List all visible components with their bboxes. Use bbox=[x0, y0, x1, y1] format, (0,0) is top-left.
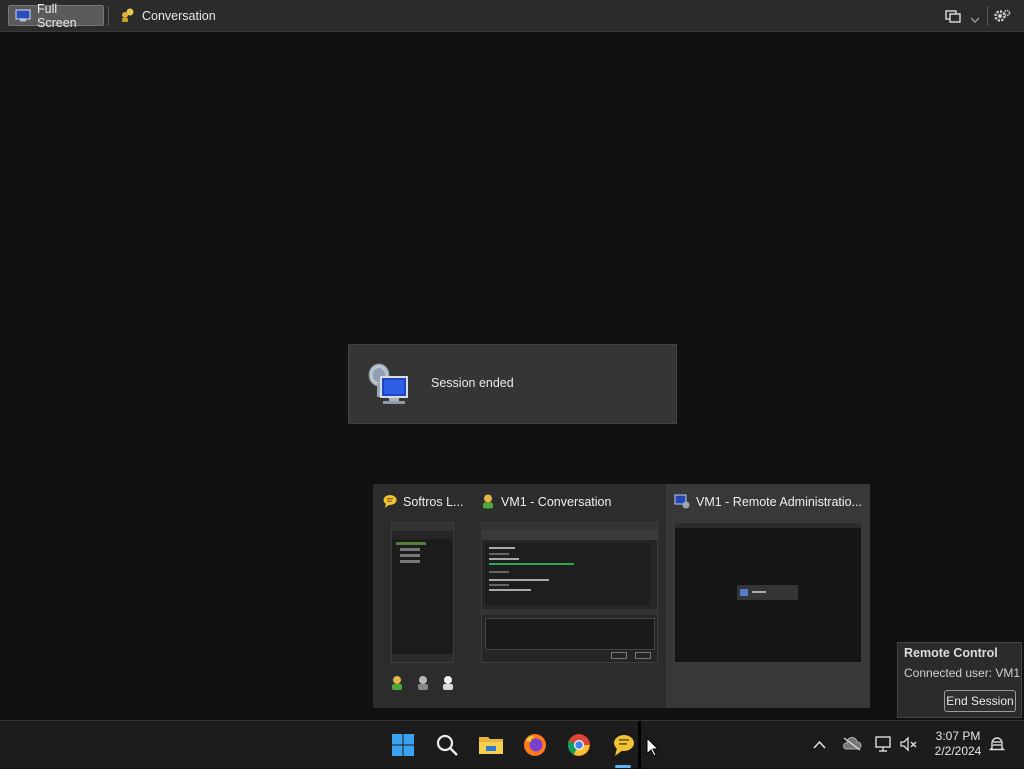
task-window-title-text: VM1 - Remote Administratio... bbox=[696, 494, 863, 509]
taskbar: 3:07 PM 2/2/2024 bbox=[0, 720, 1024, 769]
softros-messenger-button[interactable] bbox=[609, 731, 637, 759]
clock-time: 3:07 PM bbox=[935, 729, 981, 743]
network-icon[interactable] bbox=[875, 736, 893, 752]
system-clock[interactable]: 3:07 PM 2/2/2024 bbox=[928, 729, 988, 759]
remote-admin-icon bbox=[674, 494, 690, 509]
search-button[interactable] bbox=[433, 731, 461, 759]
start-button[interactable] bbox=[389, 731, 417, 759]
toolbar-divider-right bbox=[987, 6, 988, 26]
chrome-icon bbox=[567, 734, 590, 756]
session-ended-notice: Session ended bbox=[348, 344, 677, 424]
conversation-thumbnail bbox=[481, 522, 658, 663]
monitor-icon bbox=[15, 9, 31, 22]
firefox-button[interactable] bbox=[521, 731, 549, 759]
user-green-icon bbox=[392, 676, 402, 690]
task-window-title-text: Softros L... bbox=[403, 494, 464, 509]
volume-muted-icon[interactable] bbox=[900, 736, 918, 752]
taskbar-separator bbox=[638, 721, 641, 769]
end-session-button[interactable]: End Session bbox=[944, 690, 1016, 712]
settings-gear-icon[interactable] bbox=[993, 8, 1011, 24]
mouse-cursor-icon bbox=[646, 737, 659, 757]
task-view-panel: Softros L... VM1 - Conversation VM1 - Re… bbox=[373, 484, 870, 708]
session-ended-text: Session ended bbox=[431, 376, 514, 390]
notification-icon[interactable] bbox=[989, 736, 1005, 752]
user-icon bbox=[483, 494, 493, 509]
task-window-softros[interactable]: Softros L... bbox=[373, 484, 465, 708]
connected-user-text: Connected user: VM1 bbox=[904, 666, 1021, 680]
task-window-title: VM1 - Conversation bbox=[481, 494, 611, 509]
file-explorer-icon bbox=[479, 737, 503, 754]
user-gray-icon bbox=[418, 676, 428, 690]
task-window-remote-administration[interactable]: VM1 - Remote Administratio... bbox=[666, 484, 870, 708]
remote-desktop-icon bbox=[368, 363, 408, 404]
softros-messenger-icon bbox=[614, 735, 634, 756]
full-screen-label: Full Screen bbox=[37, 1, 77, 30]
chevron-up-icon[interactable] bbox=[813, 740, 826, 749]
task-window-conversation[interactable]: VM1 - Conversation bbox=[473, 484, 665, 708]
cloud-off-icon[interactable] bbox=[842, 737, 862, 751]
chevron-down-icon[interactable] bbox=[970, 12, 980, 28]
chrome-button[interactable] bbox=[565, 731, 593, 759]
task-window-title: VM1 - Remote Administratio... bbox=[674, 494, 862, 509]
task-window-title: Softros L... bbox=[382, 494, 463, 509]
file-explorer-button[interactable] bbox=[477, 731, 505, 759]
firefox-icon bbox=[524, 734, 546, 756]
windows-icon[interactable] bbox=[945, 8, 961, 24]
remote-administration-thumbnail bbox=[674, 522, 862, 663]
remote-control-title: Remote Control bbox=[904, 646, 998, 660]
softros-thumbnail bbox=[391, 522, 454, 663]
full-screen-button[interactable]: Full Screen bbox=[8, 2, 104, 30]
task-window-title-text: VM1 - Conversation bbox=[501, 494, 612, 509]
search-icon bbox=[436, 734, 458, 756]
conversation-button[interactable]: Conversation bbox=[114, 5, 222, 26]
toolbar-divider bbox=[108, 6, 109, 26]
remote-control-popup: Remote Control Connected user: VM1 End S… bbox=[897, 642, 1022, 718]
conversation-label: Conversation bbox=[142, 8, 216, 23]
user-white-icon bbox=[443, 676, 453, 690]
start-icon bbox=[392, 734, 414, 756]
remote-toolbar: Full Screen Conversation bbox=[0, 0, 1024, 32]
softros-messenger-icon bbox=[383, 495, 397, 508]
clock-date: 2/2/2024 bbox=[934, 744, 982, 758]
users-chat-icon bbox=[122, 8, 134, 22]
